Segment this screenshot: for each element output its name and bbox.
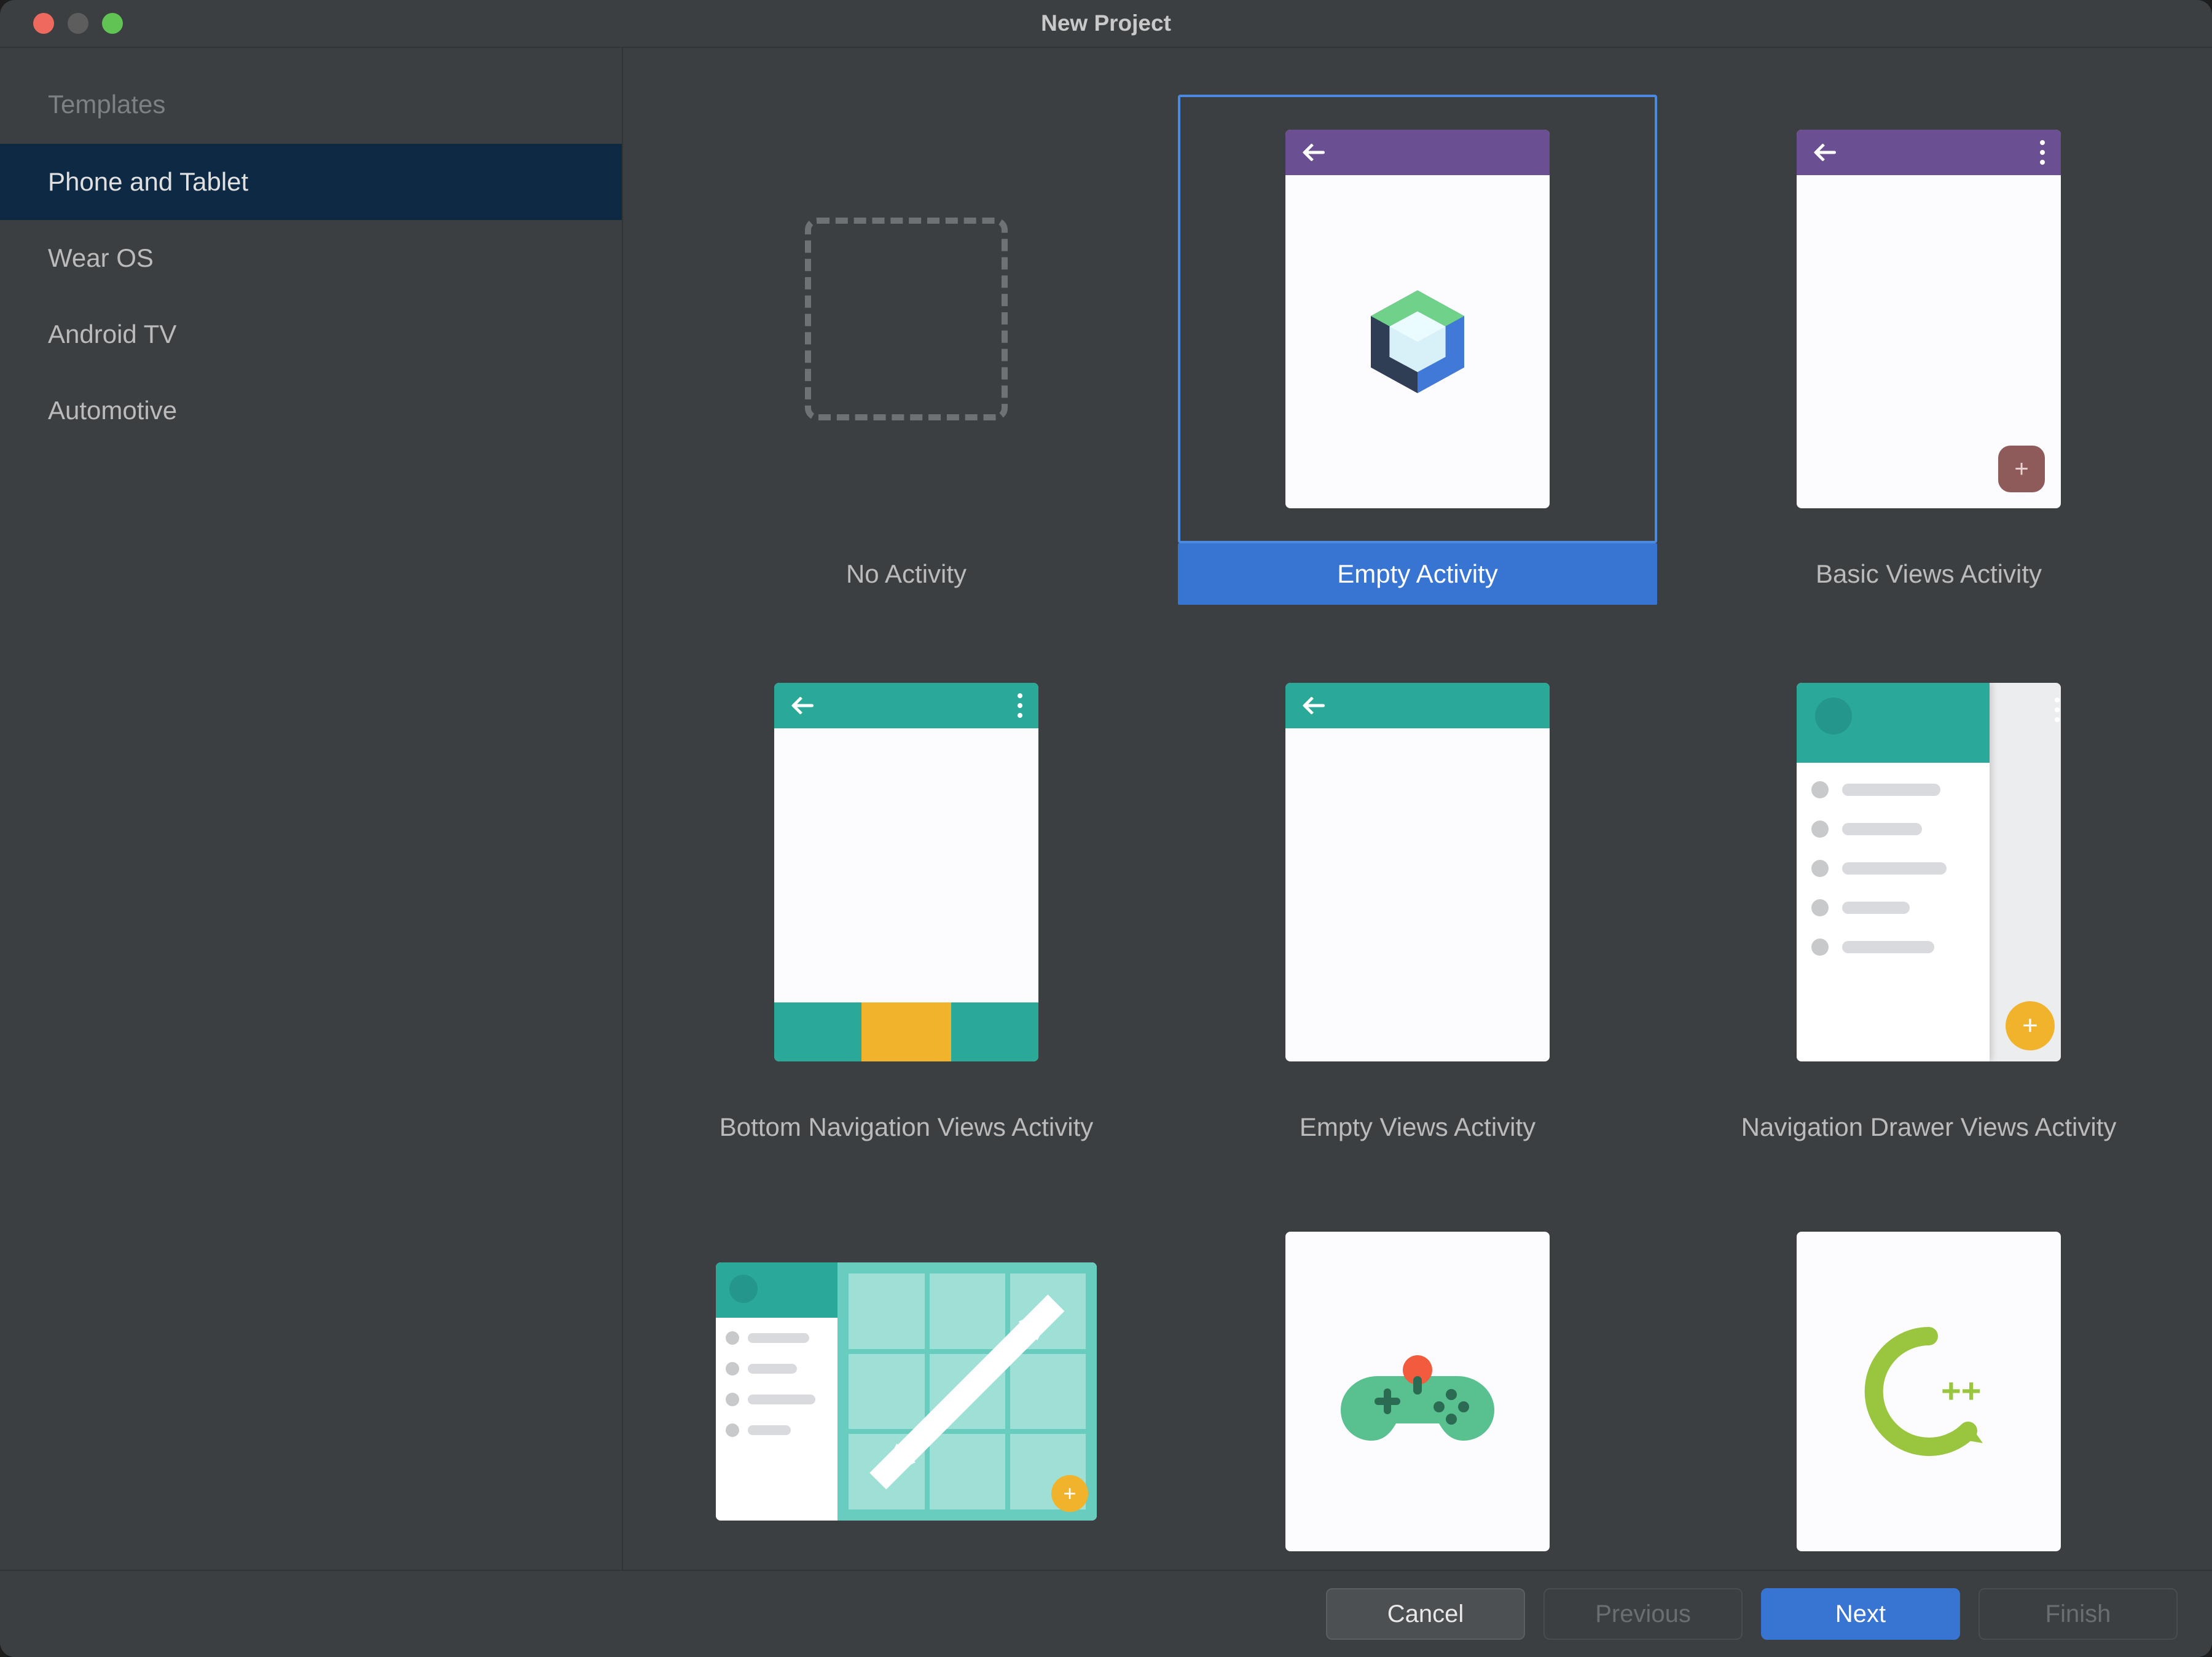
- sidebar-heading: Templates: [0, 90, 622, 144]
- template-card-navigation-drawer[interactable]: + Navigation Drawer Views Activity: [1689, 648, 2168, 1158]
- phone-preview: +: [1797, 130, 2061, 508]
- preview-body: [1285, 728, 1550, 1061]
- phone-preview: +: [716, 1262, 1097, 1521]
- preview-body: [1285, 175, 1550, 508]
- svg-text:++: ++: [1941, 1371, 1981, 1410]
- template-label: Navigation Drawer Views Activity: [1689, 1096, 2168, 1158]
- overflow-menu-icon: [2040, 140, 2045, 165]
- template-thumbnail: [1178, 1201, 1657, 1570]
- fab-icon: +: [1051, 1475, 1088, 1512]
- template-thumbnail: [667, 95, 1146, 543]
- sidebar-item-android-tv[interactable]: Android TV: [0, 296, 622, 372]
- back-arrow-icon: [1301, 139, 1328, 166]
- sidebar-item-wear-os[interactable]: Wear OS: [0, 220, 622, 296]
- sidebar-item-automotive[interactable]: Automotive: [0, 372, 622, 449]
- phone-preview: +: [1797, 683, 2061, 1061]
- phone-preview: [1285, 683, 1550, 1061]
- template-card-responsive-views[interactable]: +: [667, 1201, 1146, 1570]
- compose-logo-icon: [1359, 283, 1476, 400]
- template-card-empty-activity[interactable]: Empty Activity: [1178, 95, 1657, 605]
- phone-preview: [1285, 130, 1550, 508]
- template-label: Empty Views Activity: [1178, 1096, 1657, 1158]
- preview-app-bar: [774, 683, 1038, 728]
- finish-button: Finish: [1979, 1588, 2178, 1640]
- template-thumbnail: [667, 648, 1146, 1096]
- fab-icon: +: [2006, 1001, 2055, 1050]
- preview-app-bar: [1285, 683, 1550, 728]
- responsive-grid-icon: +: [837, 1262, 1097, 1521]
- template-label: Empty Activity: [1178, 543, 1657, 605]
- sidebar-item-label: Phone and Tablet: [48, 167, 248, 197]
- back-arrow-icon: [790, 692, 817, 719]
- template-thumbnail: ++: [1689, 1201, 2168, 1570]
- cpp-icon: ++: [1861, 1324, 1996, 1459]
- template-gallery: No Activity: [623, 48, 2212, 1570]
- preview-app-bar: [1797, 130, 2061, 175]
- zoom-icon[interactable]: [102, 13, 123, 34]
- template-label: Basic Views Activity: [1689, 543, 2168, 605]
- minimize-icon: [68, 13, 88, 34]
- template-card-no-activity[interactable]: No Activity: [667, 95, 1146, 605]
- template-card-basic-views-activity[interactable]: + Basic Views Activity: [1689, 95, 2168, 605]
- window-controls: [0, 13, 123, 34]
- template-card-game-activity[interactable]: [1178, 1201, 1657, 1570]
- preview-body: [1285, 1232, 1550, 1551]
- template-thumbnail: +: [667, 1201, 1146, 1570]
- next-button[interactable]: Next: [1761, 1588, 1960, 1640]
- template-card-native-cpp[interactable]: ++: [1689, 1201, 2168, 1570]
- sidebar-item-label: Wear OS: [48, 243, 154, 273]
- template-grid: No Activity: [623, 48, 2212, 1570]
- previous-button: Previous: [1543, 1588, 1743, 1640]
- dialog-body: Templates Phone and Tablet Wear OS Andro…: [0, 47, 2212, 1570]
- wizard-footer: Cancel Previous Next Finish: [0, 1570, 2212, 1657]
- template-thumbnail: +: [1689, 95, 2168, 543]
- sidebar-item-label: Automotive: [48, 396, 177, 425]
- phone-preview: ++: [1797, 1232, 2061, 1551]
- phone-preview: [774, 683, 1038, 1061]
- navigation-drawer-icon: [1797, 683, 1990, 1061]
- back-arrow-icon: [1813, 139, 1840, 166]
- template-label: Bottom Navigation Views Activity: [667, 1096, 1146, 1158]
- cancel-button[interactable]: Cancel: [1326, 1588, 1525, 1640]
- bottom-nav-icon: [774, 1002, 1038, 1061]
- close-icon[interactable]: [33, 13, 54, 34]
- window-title: New Project: [0, 10, 2212, 36]
- overflow-menu-icon: [2055, 698, 2060, 722]
- phone-preview: [1285, 1232, 1550, 1551]
- new-project-window: New Project Templates Phone and Tablet W…: [0, 0, 2212, 1657]
- template-thumbnail: +: [1689, 648, 2168, 1096]
- template-thumbnail: [1178, 95, 1657, 543]
- sidebar-item-label: Android TV: [48, 320, 176, 349]
- fab-icon: +: [1998, 446, 2045, 492]
- template-label: No Activity: [667, 543, 1146, 605]
- title-bar: New Project: [0, 0, 2212, 47]
- resize-arrow-icon: [850, 1275, 1084, 1509]
- avatar-icon: [1815, 698, 1852, 734]
- game-controller-icon: [1341, 1339, 1494, 1444]
- back-arrow-icon: [1301, 692, 1328, 719]
- template-card-bottom-navigation[interactable]: Bottom Navigation Views Activity: [667, 648, 1146, 1158]
- template-thumbnail: [1178, 648, 1657, 1096]
- preview-app-bar: [1285, 130, 1550, 175]
- template-category-sidebar: Templates Phone and Tablet Wear OS Andro…: [0, 48, 623, 1570]
- template-card-empty-views-activity[interactable]: Empty Views Activity: [1178, 648, 1657, 1158]
- overflow-menu-icon: [1018, 693, 1022, 718]
- preview-body: ++: [1797, 1232, 2061, 1551]
- avatar-icon: [729, 1275, 758, 1303]
- empty-placeholder-icon: [805, 218, 1008, 420]
- sidebar-item-phone-tablet[interactable]: Phone and Tablet: [0, 144, 622, 220]
